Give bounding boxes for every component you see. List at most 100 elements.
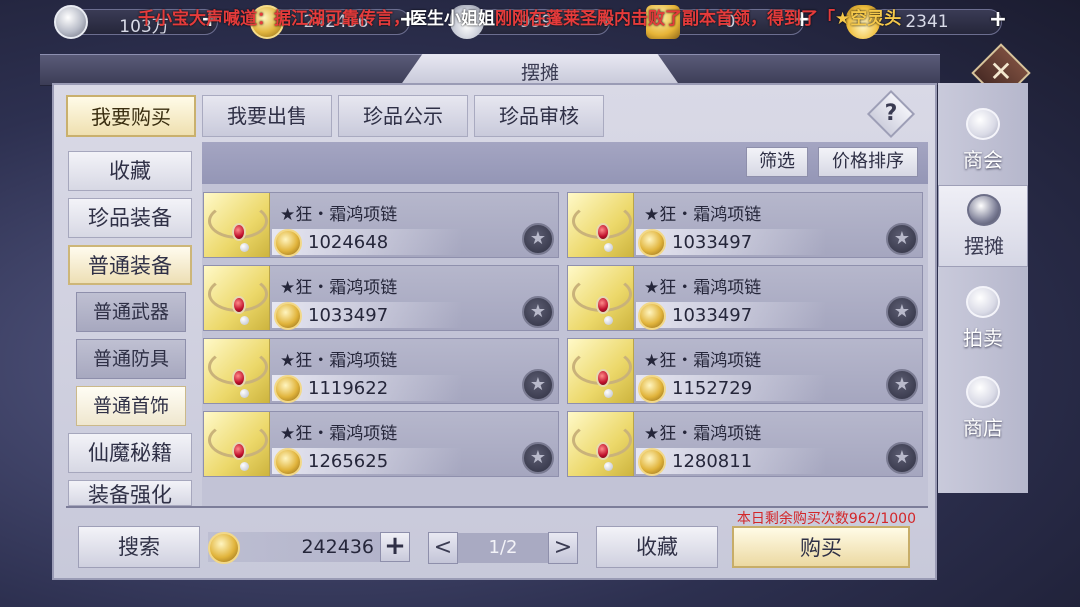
item-name: ★狂・霜鸿项链: [644, 424, 762, 444]
item-price: 1280811: [672, 451, 753, 472]
favorite-button[interactable]: 收藏: [596, 526, 718, 568]
nav-label: 商店: [963, 416, 1003, 440]
subcategory-normal-armor[interactable]: 普通防具: [76, 339, 186, 379]
gold-coin-icon: [638, 302, 666, 330]
favorite-star-button[interactable]: ★: [886, 442, 918, 474]
favorite-star-button[interactable]: ★: [522, 369, 554, 401]
subcategory-normal-jewelry[interactable]: 普通首饰: [76, 386, 186, 426]
help-icon: ?: [884, 101, 898, 126]
nav-shop[interactable]: 商店: [938, 368, 1028, 450]
pearl: [240, 316, 249, 325]
broadcast-marquee: 千小宝大声喊道：据江湖可靠传言，医生小姐姐刚刚在蓬莱圣殿内击败了副本首领，得到了…: [138, 4, 901, 29]
marquee-item: ★空灵头: [835, 9, 902, 29]
gold-coin-icon: [274, 302, 302, 330]
next-page-button[interactable]: >: [548, 532, 578, 564]
ruby-gem: [232, 369, 246, 387]
item-card[interactable]: ★狂・霜鸿项链 1265625 ★: [203, 411, 559, 477]
filter-button[interactable]: 筛选: [746, 147, 808, 177]
money-value: 242436: [301, 536, 374, 558]
gold-coin-icon: [274, 229, 302, 257]
item-name: ★狂・霜鸿项链: [280, 205, 398, 225]
favorite-star-button[interactable]: ★: [886, 369, 918, 401]
necklace-icon: [568, 412, 634, 476]
ruby-gem: [232, 296, 246, 314]
prev-page-button[interactable]: <: [428, 532, 458, 564]
item-name: ★狂・霜鸿项链: [280, 278, 398, 298]
item-price: 1152729: [672, 378, 753, 399]
item-card[interactable]: ★狂・霜鸿项链 1280811 ★: [567, 411, 923, 477]
marquee-player: 医生小姐姐: [410, 9, 495, 29]
tab-buy[interactable]: 我要购买: [66, 95, 196, 137]
tab-rare-review[interactable]: 珍品审核: [474, 95, 604, 137]
item-price: 1033497: [672, 232, 753, 253]
item-price: 1033497: [672, 305, 753, 326]
subcategory-normal-weapon[interactable]: 普通武器: [76, 292, 186, 332]
favorite-star-button[interactable]: ★: [522, 442, 554, 474]
search-button[interactable]: 搜索: [78, 526, 200, 568]
auction-gavel-icon: [966, 286, 1000, 318]
item-name: ★狂・霜鸿项链: [644, 278, 762, 298]
item-card[interactable]: ★狂・霜鸿项链 1033497 ★: [567, 192, 923, 258]
necklace-icon: [204, 193, 270, 257]
remaining-purchases: 本日剩余购买次数962/1000: [736, 511, 916, 527]
shop-ingot-icon: [966, 376, 1000, 408]
ruby-gem: [596, 442, 610, 460]
necklace-icon: [204, 412, 270, 476]
add-money-button[interactable]: +: [380, 532, 410, 562]
item-card[interactable]: ★狂・霜鸿项链 1033497 ★: [567, 265, 923, 331]
nav-stall[interactable]: 摆摊: [938, 185, 1028, 267]
silver-coin-icon: [54, 5, 88, 39]
page-indicator: 1/2: [458, 533, 548, 563]
favorite-star-button[interactable]: ★: [522, 296, 554, 328]
item-name: ★狂・霜鸿项链: [280, 424, 398, 444]
gold-coin-icon: [638, 229, 666, 257]
pearl: [240, 389, 249, 398]
price-sort-button[interactable]: 价格排序: [818, 147, 918, 177]
chamber-of-commerce-icon: [966, 108, 1000, 140]
necklace-icon: [568, 193, 634, 257]
gold-coin-icon: [638, 375, 666, 403]
window-title: 摆摊: [520, 62, 559, 84]
item-card[interactable]: ★狂・霜鸿项链 1119622 ★: [203, 338, 559, 404]
add-gold-ingot-button[interactable]: +: [986, 9, 1010, 33]
item-card[interactable]: ★狂・霜鸿项链 1152729 ★: [567, 338, 923, 404]
item-card[interactable]: ★狂・霜鸿项链 1024648 ★: [203, 192, 559, 258]
pearl: [604, 462, 613, 471]
gold-coin-icon: [638, 448, 666, 476]
pearl: [604, 316, 613, 325]
favorite-star-button[interactable]: ★: [886, 223, 918, 255]
ruby-gem: [596, 296, 610, 314]
category-normal-equipment[interactable]: 普通装备: [68, 245, 192, 285]
nav-label: 拍卖: [963, 326, 1003, 350]
category-enhance[interactable]: 装备强化: [68, 480, 192, 506]
category-rare-equipment[interactable]: 珍品装备: [68, 198, 192, 238]
gold-coin-icon: [208, 532, 240, 564]
category-favorites[interactable]: 收藏: [68, 151, 192, 191]
pearl: [604, 389, 613, 398]
tab-sell[interactable]: 我要出售: [202, 95, 332, 137]
necklace-icon: [204, 266, 270, 330]
item-price: 1024648: [308, 232, 389, 253]
necklace-icon: [568, 339, 634, 403]
favorite-star-button[interactable]: ★: [522, 223, 554, 255]
category-cultivation-books[interactable]: 仙魔秘籍: [68, 433, 192, 473]
nav-auction[interactable]: 拍卖: [938, 278, 1028, 360]
pearl: [240, 462, 249, 471]
item-name: ★狂・霜鸿项链: [280, 351, 398, 371]
buy-button[interactable]: 购买: [732, 526, 910, 568]
item-price: 1265625: [308, 451, 389, 472]
nav-label: 商会: [963, 148, 1003, 172]
tab-rare-public[interactable]: 珍品公示: [338, 95, 468, 137]
ruby-gem: [232, 223, 246, 241]
ruby-gem: [596, 369, 610, 387]
item-card[interactable]: ★狂・霜鸿项链 1033497 ★: [203, 265, 559, 331]
marquee-text: 千小宝大声喊道：据江湖可靠传言，: [138, 9, 410, 29]
gold-coin-icon: [274, 375, 302, 403]
favorite-star-button[interactable]: ★: [886, 296, 918, 328]
necklace-icon: [568, 266, 634, 330]
nav-chamber[interactable]: 商会: [938, 100, 1028, 182]
stall-bag-icon: [967, 194, 1001, 226]
currency-bar: 103万 + 242436 + 999 + 0 + 2341 + 千小宝大声喊道…: [0, 0, 1080, 42]
item-price: 1119622: [308, 378, 389, 399]
pearl: [604, 243, 613, 252]
